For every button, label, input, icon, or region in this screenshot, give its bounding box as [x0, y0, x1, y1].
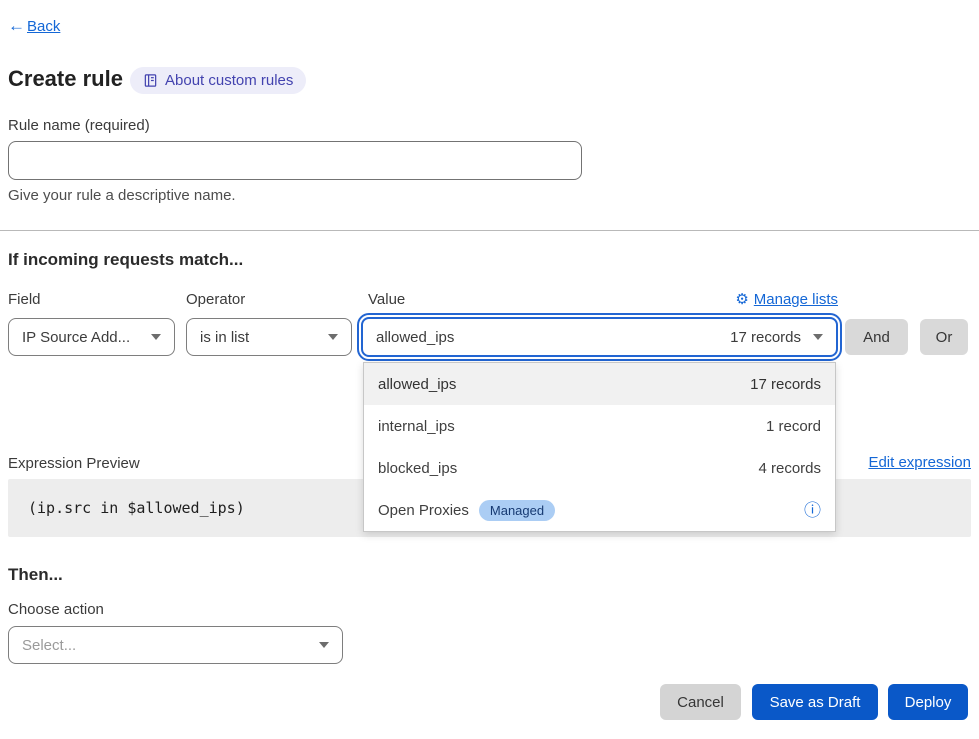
operator-select-value: is in list	[200, 329, 249, 346]
managed-badge: Managed	[479, 500, 555, 521]
field-select-value: IP Source Add...	[22, 329, 130, 346]
dropdown-option-internal-ips[interactable]: internal_ips 1 record	[364, 405, 835, 447]
chevron-down-icon	[813, 334, 823, 340]
value-select[interactable]: allowed_ips 17 records	[361, 317, 838, 357]
section-divider	[0, 230, 979, 231]
manage-lists-label: Manage lists	[754, 291, 838, 308]
expression-preview-label: Expression Preview	[8, 455, 140, 472]
option-name: Open Proxies	[378, 502, 469, 519]
rule-name-input[interactable]	[8, 141, 582, 180]
option-name: internal_ips	[378, 418, 455, 435]
book-icon	[143, 73, 158, 88]
rule-name-label: Rule name (required)	[8, 117, 150, 134]
option-name: allowed_ips	[378, 376, 456, 393]
field-label: Field	[8, 291, 41, 308]
or-button[interactable]: Or	[920, 319, 968, 355]
chevron-down-icon	[328, 334, 338, 340]
dropdown-option-open-proxies[interactable]: Open Proxies Managed ⓘ	[364, 489, 835, 531]
expression-code: (ip.src in $allowed_ips)	[28, 499, 245, 517]
action-select-placeholder: Select...	[22, 637, 76, 654]
deploy-button[interactable]: Deploy	[888, 684, 968, 720]
option-record-count: 1 record	[766, 418, 821, 435]
info-icon[interactable]: ⓘ	[804, 502, 821, 519]
page-title: Create rule	[8, 66, 123, 92]
option-record-count: 4 records	[758, 460, 821, 477]
value-select-record-count: 17 records	[730, 329, 801, 346]
field-select[interactable]: IP Source Add...	[8, 318, 175, 356]
option-record-count: 17 records	[750, 376, 821, 393]
option-name: blocked_ips	[378, 460, 457, 477]
and-button[interactable]: And	[845, 319, 908, 355]
edit-expression-link[interactable]: Edit expression	[868, 454, 971, 471]
then-section-heading: Then...	[8, 565, 63, 585]
value-select-value: allowed_ips	[376, 329, 454, 346]
dropdown-option-allowed-ips[interactable]: allowed_ips 17 records	[364, 363, 835, 405]
back-link-label: Back	[27, 18, 60, 35]
operator-label: Operator	[186, 291, 245, 308]
rule-name-help-text: Give your rule a descriptive name.	[8, 187, 236, 204]
match-section-heading: If incoming requests match...	[8, 250, 243, 270]
choose-action-label: Choose action	[8, 601, 104, 618]
back-arrow-icon: ←	[8, 16, 25, 36]
about-custom-rules-link[interactable]: About custom rules	[130, 67, 306, 94]
chevron-down-icon	[319, 642, 329, 648]
value-dropdown-panel: allowed_ips 17 records internal_ips 1 re…	[363, 362, 836, 532]
cancel-button[interactable]: Cancel	[660, 684, 741, 720]
dropdown-option-blocked-ips[interactable]: blocked_ips 4 records	[364, 447, 835, 489]
manage-lists-link[interactable]: ⚙ Manage lists	[735, 290, 838, 308]
back-link[interactable]: ← Back	[8, 16, 60, 36]
value-label: Value	[368, 291, 405, 308]
operator-select[interactable]: is in list	[186, 318, 352, 356]
gear-icon: ⚙	[735, 290, 748, 308]
chevron-down-icon	[151, 334, 161, 340]
action-select[interactable]: Select...	[8, 626, 343, 664]
about-custom-rules-label: About custom rules	[165, 72, 293, 89]
save-as-draft-button[interactable]: Save as Draft	[752, 684, 878, 720]
